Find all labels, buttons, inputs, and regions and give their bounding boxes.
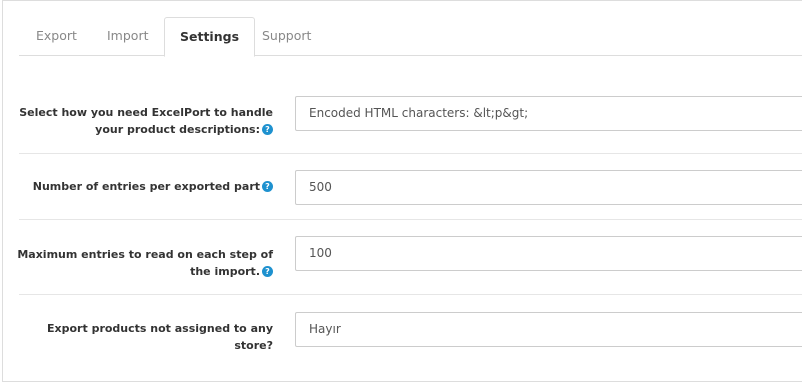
unassigned-products-label: Export products not assigned to any stor… — [13, 320, 273, 354]
entries-per-step-label-text: Maximum entries to read on each step of … — [17, 248, 273, 278]
description-handling-label-text: Select how you need ExcelPort to handle … — [19, 106, 273, 136]
tab-settings[interactable]: Settings — [164, 17, 256, 57]
description-handling-label: Select how you need ExcelPort to handle … — [13, 104, 273, 138]
tab-export[interactable]: Export — [19, 17, 94, 56]
help-icon[interactable]: ? — [262, 266, 273, 277]
help-icon[interactable]: ? — [262, 124, 273, 135]
setting-row-description-handling: Select how you need ExcelPort to handle … — [19, 77, 802, 154]
description-handling-select[interactable]: Encoded HTML characters: &lt;p&gt; — [295, 96, 802, 131]
help-icon[interactable]: ? — [262, 181, 273, 192]
unassigned-products-label-text: Export products not assigned to any stor… — [47, 322, 273, 352]
entries-per-part-label: Number of entries per exported part? — [13, 178, 273, 195]
entries-per-step-input[interactable]: 100 — [295, 236, 802, 271]
entries-per-part-label-text: Number of entries per exported part — [32, 180, 260, 193]
tab-support[interactable]: Support — [245, 17, 328, 56]
setting-row-entries-per-step: Maximum entries to read on each step of … — [17, 220, 802, 295]
tab-import[interactable]: Import — [90, 17, 166, 56]
entries-per-part-input[interactable]: 500 — [295, 170, 802, 205]
setting-row-unassigned-products: Export products not assigned to any stor… — [19, 295, 802, 375]
unassigned-products-select[interactable]: Hayır — [295, 312, 802, 347]
settings-panel: Export Import Settings Support Select ho… — [2, 0, 802, 382]
entries-per-step-label: Maximum entries to read on each step of … — [13, 246, 273, 280]
tab-bar: Export Import Settings Support — [19, 17, 802, 57]
setting-row-entries-per-part: Number of entries per exported part? 500 — [19, 154, 802, 220]
